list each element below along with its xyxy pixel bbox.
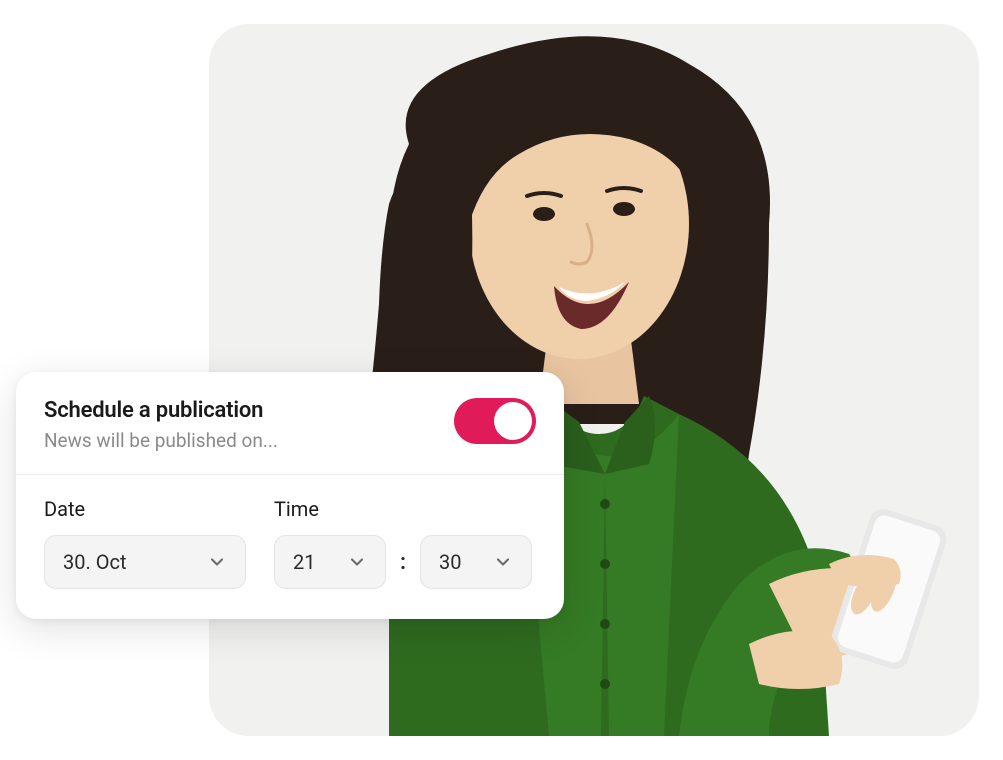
card-header-text: Schedule a publication News will be publ…: [44, 398, 278, 452]
card-body: Date 30. Oct Time 21 : 30: [16, 475, 564, 619]
time-select-row: 21 : 30: [274, 535, 532, 589]
time-separator: :: [400, 550, 406, 575]
minute-select[interactable]: 30: [420, 535, 532, 589]
schedule-toggle[interactable]: [454, 398, 536, 444]
card-title: Schedule a publication: [44, 398, 278, 423]
time-label: Time: [274, 497, 532, 521]
chevron-down-icon: [207, 552, 227, 572]
date-field-group: Date 30. Oct: [44, 497, 246, 589]
date-select[interactable]: 30. Oct: [44, 535, 246, 589]
chevron-down-icon: [493, 552, 513, 572]
schedule-publication-card: Schedule a publication News will be publ…: [16, 372, 564, 619]
hour-value: 21: [293, 550, 315, 574]
chevron-down-icon: [347, 552, 367, 572]
card-header: Schedule a publication News will be publ…: [16, 372, 564, 475]
hour-select[interactable]: 21: [274, 535, 386, 589]
date-label: Date: [44, 497, 246, 521]
time-field-group: Time 21 : 30: [274, 497, 532, 589]
card-subtitle: News will be published on...: [44, 429, 278, 452]
minute-value: 30: [439, 550, 461, 574]
toggle-knob: [494, 402, 532, 440]
date-value: 30. Oct: [63, 550, 127, 574]
